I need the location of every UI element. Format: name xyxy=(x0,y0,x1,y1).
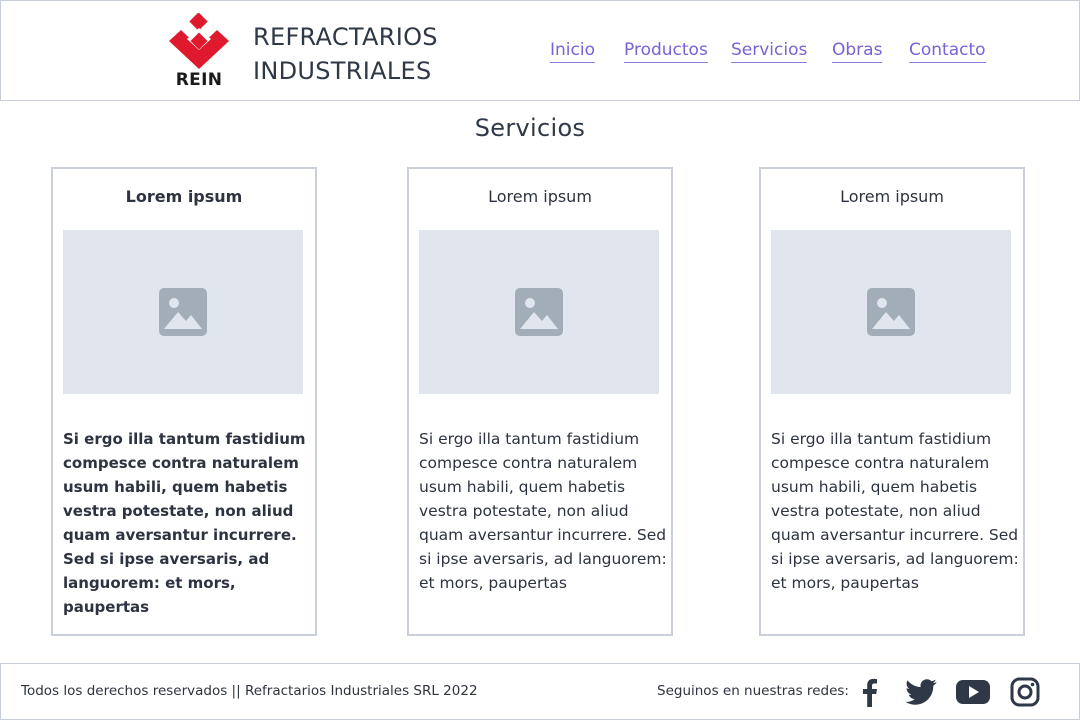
nav-link-contacto[interactable]: Contacto xyxy=(909,39,986,63)
logo-text: REIN xyxy=(175,70,223,90)
image-placeholder-icon xyxy=(867,288,915,336)
card-image xyxy=(419,230,659,394)
twitter-icon[interactable] xyxy=(904,676,938,708)
card-image xyxy=(63,230,303,394)
card-description: Si ergo illa tantum fastidium compesce c… xyxy=(419,430,667,592)
instagram-icon[interactable] xyxy=(1008,676,1042,708)
youtube-icon[interactable] xyxy=(956,676,990,708)
service-card[interactable]: Lorem ipsum Si ergo illa tantum fastidiu… xyxy=(759,167,1025,636)
copyright-text: Todos los derechos reservados || Refract… xyxy=(21,683,478,699)
service-card[interactable]: Lorem ipsum Si ergo illa tantum fastidiu… xyxy=(407,167,673,636)
site-footer: Todos los derechos reservados || Refract… xyxy=(0,663,1080,720)
card-title: Lorem ipsum xyxy=(488,187,592,206)
image-placeholder-icon xyxy=(159,288,207,336)
nav-link-servicios[interactable]: Servicios xyxy=(731,39,808,63)
page: REIN REFRACTARIOS INDUSTRIALES Inicio Pr… xyxy=(0,0,1080,720)
facebook-icon[interactable] xyxy=(852,676,886,708)
card-description: Si ergo illa tantum fastidium compesce c… xyxy=(63,430,306,616)
site-header: REIN REFRACTARIOS INDUSTRIALES Inicio Pr… xyxy=(0,0,1080,101)
main-nav: Inicio Productos Servicios Obras Contact… xyxy=(1,39,1080,65)
nav-link-obras[interactable]: Obras xyxy=(832,39,883,63)
nav-link-productos[interactable]: Productos xyxy=(624,39,708,63)
social-label: Seguinos en nuestras redes: xyxy=(657,683,849,699)
service-card[interactable]: Lorem ipsum Si ergo illa tantum fastidiu… xyxy=(51,167,317,636)
image-placeholder-icon xyxy=(515,288,563,336)
page-title: Servicios xyxy=(474,114,586,142)
card-title: Lorem ipsum xyxy=(125,187,243,206)
card-description: Si ergo illa tantum fastidium compesce c… xyxy=(771,430,1019,592)
nav-link-inicio[interactable]: Inicio xyxy=(550,39,595,63)
card-title: Lorem ipsum xyxy=(840,187,944,206)
card-image xyxy=(771,230,1011,394)
